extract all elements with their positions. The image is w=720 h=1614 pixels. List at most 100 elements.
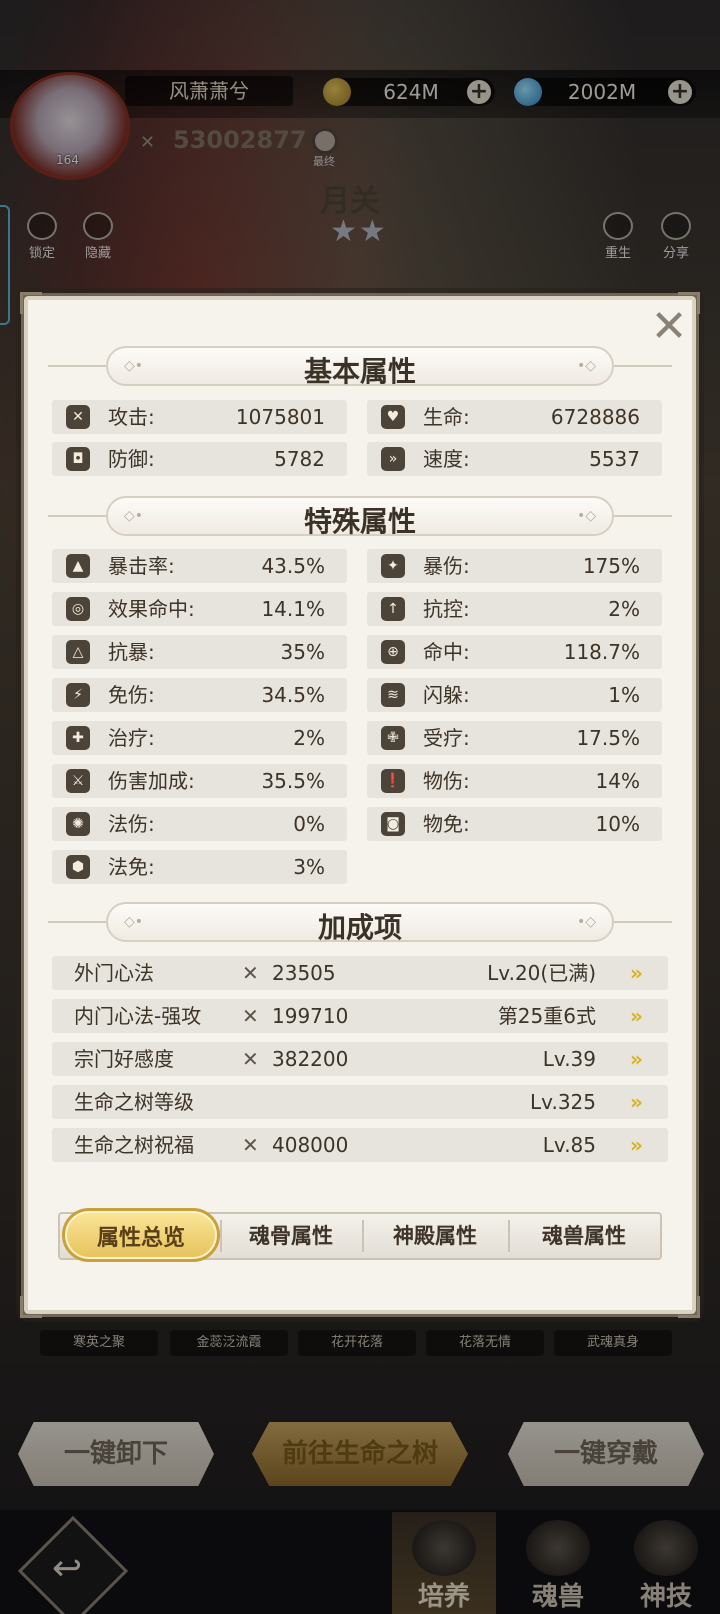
stat-label: 物免:	[423, 812, 470, 836]
magic-damage-icon: ✺	[66, 812, 90, 836]
effect-hit-icon: ◎	[66, 597, 90, 621]
stat-value: 14%	[595, 769, 640, 793]
tab-temple[interactable]: 神殿属性	[362, 1214, 508, 1258]
stat-value: 2%	[608, 597, 640, 621]
crit-damage-icon: ✦	[381, 554, 405, 578]
stat-value: 17.5%	[576, 726, 640, 750]
stat-value: 5782	[274, 447, 325, 471]
stat-row: ◎ 效果命中: 14.1%	[52, 592, 347, 626]
bonus-row[interactable]: 生命之树祝福 ✕ 408000 Lv.85 »	[52, 1128, 668, 1162]
stat-row: ≋ 闪躲: 1%	[367, 678, 662, 712]
stat-label: 免伤:	[108, 683, 155, 707]
stat-label: 闪躲:	[423, 683, 470, 707]
physical-resist-icon: ◙	[381, 812, 405, 836]
stat-value: 1075801	[235, 405, 325, 429]
stat-label: 法伤:	[108, 812, 155, 836]
stat-row: ❗ 物伤: 14%	[367, 764, 662, 798]
speed-icon: »	[381, 447, 405, 471]
bonus-row[interactable]: 外门心法 ✕ 23505 Lv.20(已满) »	[52, 956, 668, 990]
goto-arrow-icon[interactable]: »	[630, 1005, 654, 1027]
stat-value: 35%	[280, 640, 325, 664]
stat-row: ▲ 暴击率: 43.5%	[52, 549, 347, 583]
corner-ornament	[20, 1296, 42, 1318]
stat-label: 暴击率:	[108, 554, 175, 578]
stat-row: ↑ 抗控: 2%	[367, 592, 662, 626]
stat-value: 3%	[293, 855, 325, 879]
stat-row: ⚔ 伤害加成: 35.5%	[52, 764, 347, 798]
crit-resist-icon: △	[66, 640, 90, 664]
stat-label: 抗暴:	[108, 640, 155, 664]
tab-beast-attr[interactable]: 魂兽属性	[508, 1214, 660, 1258]
physical-damage-icon: ❗	[381, 769, 405, 793]
section-header-basic: ◇• •◇ 基本属性	[28, 346, 692, 388]
bonus-row[interactable]: 宗门好感度 ✕ 382200 Lv.39 »	[52, 1042, 668, 1076]
stat-value: 34.5%	[261, 683, 325, 707]
stat-label: 暴伤:	[423, 554, 470, 578]
stat-value: 1%	[608, 683, 640, 707]
bonus-level: Lv.325	[530, 1090, 596, 1114]
section-title: 基本属性	[303, 355, 416, 388]
section-title: 加成项	[317, 911, 402, 944]
attribute-tabs: 神殿属性 魂兽属性 魂骨属性 属性总览	[58, 1208, 662, 1262]
heal-received-icon: ✙	[381, 726, 405, 750]
stat-value: 118.7%	[563, 640, 640, 664]
goto-arrow-icon[interactable]: »	[630, 1091, 654, 1113]
goto-arrow-icon[interactable]: »	[630, 1134, 654, 1156]
stat-row: ✕ 攻击: 1075801	[52, 400, 347, 434]
bonus-level: Lv.20(已满)	[487, 961, 596, 985]
stat-row: ◙ 物免: 10%	[367, 807, 662, 841]
bonus-name: 内门心法-强攻	[74, 1004, 202, 1028]
stat-value: 2%	[293, 726, 325, 750]
stat-row: ♥ 生命: 6728886	[367, 400, 662, 434]
power-icon: ✕	[242, 1004, 259, 1028]
bonus-name: 宗门好感度	[74, 1047, 174, 1071]
power-icon: ✕	[242, 1133, 259, 1157]
crit-rate-icon: ▲	[66, 554, 90, 578]
goto-arrow-icon[interactable]: »	[630, 962, 654, 984]
stat-value: 14.1%	[261, 597, 325, 621]
section-title: 特殊属性	[303, 505, 416, 538]
tab-bone[interactable]: 魂骨属性	[220, 1214, 362, 1258]
stat-label: 治疗:	[108, 726, 155, 750]
power-icon: ✕	[242, 1047, 259, 1071]
bonus-level: Lv.39	[542, 1047, 596, 1071]
bonus-row[interactable]: 内门心法-强攻 ✕ 199710 第25重6式 »	[52, 999, 668, 1033]
stat-label: 受疗:	[423, 726, 470, 750]
magic-resist-icon: ⬢	[66, 855, 90, 879]
bonus-name: 生命之树祝福	[74, 1133, 194, 1157]
corner-ornament	[678, 1296, 700, 1318]
stat-value: 5537	[589, 447, 640, 471]
heal-icon: ✚	[66, 726, 90, 750]
section-header-bonus: ◇• •◇ 加成项	[28, 902, 692, 944]
damage-bonus-icon: ⚔	[66, 769, 90, 793]
attack-icon: ✕	[66, 405, 90, 429]
stat-row: » 速度: 5537	[367, 442, 662, 476]
stat-value: 0%	[293, 812, 325, 836]
power-icon: ✕	[242, 961, 259, 985]
corner-ornament	[20, 292, 42, 314]
stat-value: 10%	[595, 812, 640, 836]
stat-row: ⬢ 法免: 3%	[52, 850, 347, 884]
bonus-level: Lv.85	[542, 1133, 596, 1157]
stat-row: ⚡ 免伤: 34.5%	[52, 678, 347, 712]
hp-icon: ♥	[381, 405, 405, 429]
stat-label: 效果命中:	[108, 597, 195, 621]
stat-row: ✚ 治疗: 2%	[52, 721, 347, 755]
stat-row: ◘ 防御: 5782	[52, 442, 347, 476]
stat-value: 175%	[582, 554, 640, 578]
close-icon[interactable]: ✕	[644, 302, 694, 352]
stat-value: 35.5%	[261, 769, 325, 793]
stat-label: 速度:	[423, 447, 470, 471]
bonus-row[interactable]: 生命之树等级 Lv.325 »	[52, 1085, 668, 1119]
control-resist-icon: ↑	[381, 597, 405, 621]
goto-arrow-icon[interactable]: »	[630, 1048, 654, 1070]
bonus-power: 382200	[272, 1047, 349, 1071]
tab-overview[interactable]: 属性总览	[62, 1208, 220, 1262]
bonus-power: 199710	[272, 1004, 349, 1028]
bonus-power: 408000	[272, 1133, 349, 1157]
dodge-icon: ≋	[381, 683, 405, 707]
bonus-level: 第25重6式	[497, 1004, 596, 1028]
stat-row: △ 抗暴: 35%	[52, 635, 347, 669]
bonus-name: 外门心法	[74, 961, 154, 985]
stat-label: 生命:	[423, 405, 470, 429]
